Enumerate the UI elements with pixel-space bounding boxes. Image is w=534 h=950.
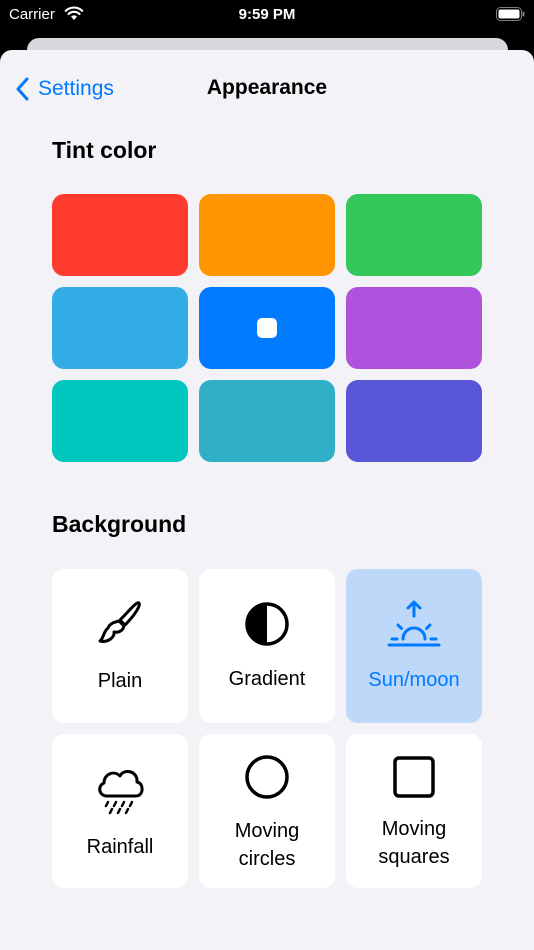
option-label: Sun/moon [368,669,460,691]
cloud-rain-icon [52,762,188,816]
battery-icon [496,7,525,25]
half-circle-icon [199,601,335,647]
tint-swatch[interactable] [199,380,335,462]
background-option-gradient[interactable]: Gradient [199,569,335,723]
tint-swatch[interactable] [346,380,482,462]
background-option-plain[interactable]: Plain [52,569,188,723]
circle-icon [199,754,335,800]
background-option-moving-squares[interactable]: Moving squares [346,734,482,888]
tint-swatch[interactable] [52,380,188,462]
tint-swatch[interactable] [199,287,335,369]
sunrise-icon [346,599,482,649]
status-bar: Carrier 9:59 PM [0,0,534,30]
tint-swatch[interactable] [346,194,482,276]
option-label: Gradient [228,668,306,690]
square-icon [346,755,482,799]
page-title: Appearance [206,76,328,99]
option-label: Moving circles [234,820,300,870]
option-label: Plain [97,670,143,692]
tint-swatch[interactable] [52,287,188,369]
tint-swatch[interactable] [199,194,335,276]
paintbrush-icon [52,599,188,649]
option-label: Moving squares [378,818,450,868]
background-option-rainfall[interactable]: Rainfall [52,734,188,888]
background-heading: Background [52,511,187,537]
selected-indicator [257,318,277,338]
clock: 9:59 PM [238,6,296,23]
tint-swatch[interactable] [346,287,482,369]
tint-swatch[interactable] [52,194,188,276]
background-option-moving-circles[interactable]: Moving circles [199,734,335,888]
background-option-sun-moon[interactable]: Sun/moon [346,569,482,723]
option-label: Rainfall [86,836,154,858]
tint-color-heading: Tint color [52,137,157,163]
